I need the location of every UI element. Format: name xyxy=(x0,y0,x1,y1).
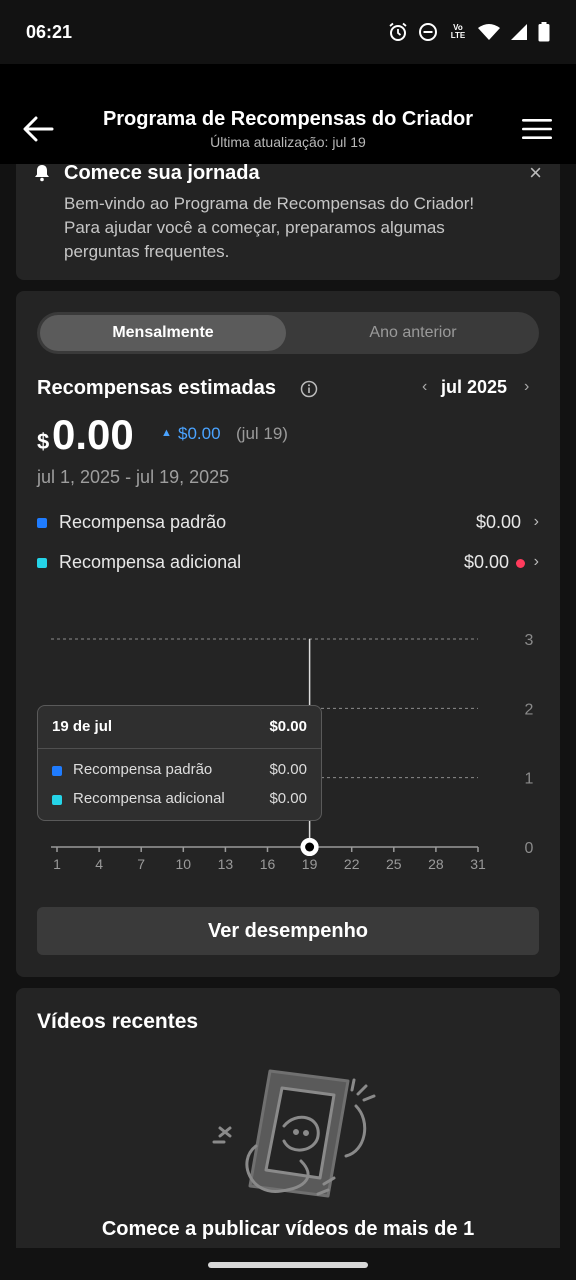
date-range: jul 1, 2025 - jul 19, 2025 xyxy=(37,467,230,487)
x-tick-label: 16 xyxy=(260,856,276,872)
standard-reward-label: Recompensa padrão xyxy=(59,512,227,532)
tab-previous-year[interactable]: Ano anterior xyxy=(290,315,536,351)
x-tick-label: 28 xyxy=(428,856,444,872)
additional-reward-color-icon xyxy=(52,795,62,805)
standard-reward-color-icon xyxy=(37,518,47,528)
chart-tooltip: 19 de jul $0.00 Recompensa padrão $0.00 … xyxy=(37,705,322,821)
estimated-amount: 0.00 xyxy=(52,411,134,458)
empty-state-text: Comece a publicar vídeos de mais de 1 xyxy=(101,1218,475,1240)
y-tick-label: 3 xyxy=(525,632,534,649)
tooltip-row-standard: Recompensa padrão $0.00 xyxy=(52,761,307,781)
delta-date: (jul 19) xyxy=(236,424,288,443)
y-tick-label: 1 xyxy=(525,771,534,788)
x-tick-label: 13 xyxy=(218,856,234,872)
status-time: 06:21 xyxy=(26,22,73,42)
status-bar: 06:21 Vo LTE xyxy=(0,0,576,64)
alarm-icon xyxy=(389,22,407,41)
month-selector[interactable]: jul 2025 xyxy=(441,377,507,398)
journey-title: Comece sua jornada xyxy=(64,162,260,184)
view-performance-button[interactable]: Ver desempenho xyxy=(37,907,539,955)
delta-amount: $0.00 xyxy=(178,424,221,443)
x-tick-label: 25 xyxy=(386,856,402,872)
standard-reward-row[interactable]: Recompensa padrão $0.00 › xyxy=(37,511,539,535)
tooltip-row-additional: Recompensa adicional $0.00 xyxy=(52,790,307,810)
x-tick-label: 1 xyxy=(53,856,61,872)
home-gesture-handle[interactable] xyxy=(208,1262,368,1268)
volte-icon: Vo LTE xyxy=(450,23,466,40)
x-tick-label: 7 xyxy=(137,856,145,872)
hamburger-menu-icon[interactable] xyxy=(520,116,554,142)
bell-icon xyxy=(35,165,49,182)
status-icons: Vo LTE xyxy=(388,22,550,42)
battery-icon xyxy=(538,22,550,42)
navigation-bar xyxy=(0,1248,576,1280)
standard-reward-color-icon xyxy=(52,766,62,776)
chevron-left-icon[interactable]: ‹ xyxy=(422,378,427,396)
chevron-right-icon[interactable]: › xyxy=(524,378,529,396)
tooltip-date: 19 de jul xyxy=(52,718,113,735)
chevron-right-icon: › xyxy=(533,553,539,570)
alert-dot-icon xyxy=(516,559,525,568)
info-icon[interactable] xyxy=(300,380,318,398)
wifi-icon xyxy=(478,24,500,40)
do-not-disturb-icon xyxy=(419,23,437,41)
amount-currency: $ xyxy=(37,429,50,454)
tooltip-divider xyxy=(38,748,321,749)
tooltip-value: $0.00 xyxy=(269,761,307,778)
rewards-card: Mensalmente Ano anterior Recompensas est… xyxy=(16,291,560,977)
tooltip-label: Recompensa adicional xyxy=(73,790,225,807)
x-tick-label: 10 xyxy=(176,856,192,872)
standard-reward-value: $0.00 xyxy=(475,512,521,532)
up-arrow-icon: ▲ xyxy=(161,427,172,439)
y-tick-label: 0 xyxy=(525,840,534,857)
last-updated: Última atualização: jul 19 xyxy=(210,134,366,150)
estimated-rewards-title: Recompensas estimadas xyxy=(37,377,277,399)
tooltip-value: $0.00 xyxy=(269,790,307,807)
close-icon[interactable]: × xyxy=(529,160,542,186)
tab-monthly[interactable]: Mensalmente xyxy=(40,315,286,351)
empty-videos-illustration xyxy=(212,1069,376,1198)
journey-banner: Comece sua jornada × Bem-vindo ao Progra… xyxy=(16,160,560,280)
additional-reward-row[interactable]: Recompensa adicional $0.00 › xyxy=(37,551,539,575)
data-point-center xyxy=(305,842,315,852)
y-tick-label: 2 xyxy=(525,701,534,718)
x-tick-label: 22 xyxy=(344,856,360,872)
signal-icon xyxy=(511,24,527,40)
period-toggle: Mensalmente Ano anterior xyxy=(37,312,539,354)
tooltip-label: Recompensa padrão xyxy=(73,761,213,778)
x-tick-label: 19 xyxy=(302,856,318,872)
recent-videos-card: Vídeos recentes Comece a publicar vídeos… xyxy=(16,988,560,1280)
x-tick-label: 31 xyxy=(470,856,486,872)
recent-videos-title: Vídeos recentes xyxy=(37,1010,199,1033)
additional-reward-value: $0.00 xyxy=(463,552,509,572)
additional-reward-color-icon xyxy=(37,558,47,568)
tooltip-total: $0.00 xyxy=(269,718,307,735)
app-header: Programa de Recompensas do Criador Últim… xyxy=(0,64,576,164)
chevron-right-icon: › xyxy=(533,513,539,530)
journey-text: Bem-vindo ao Programa de Recompensas do … xyxy=(64,194,475,261)
page-title: Programa de Recompensas do Criador xyxy=(102,108,474,130)
additional-reward-label: Recompensa adicional xyxy=(59,552,242,572)
x-tick-label: 4 xyxy=(95,856,103,872)
